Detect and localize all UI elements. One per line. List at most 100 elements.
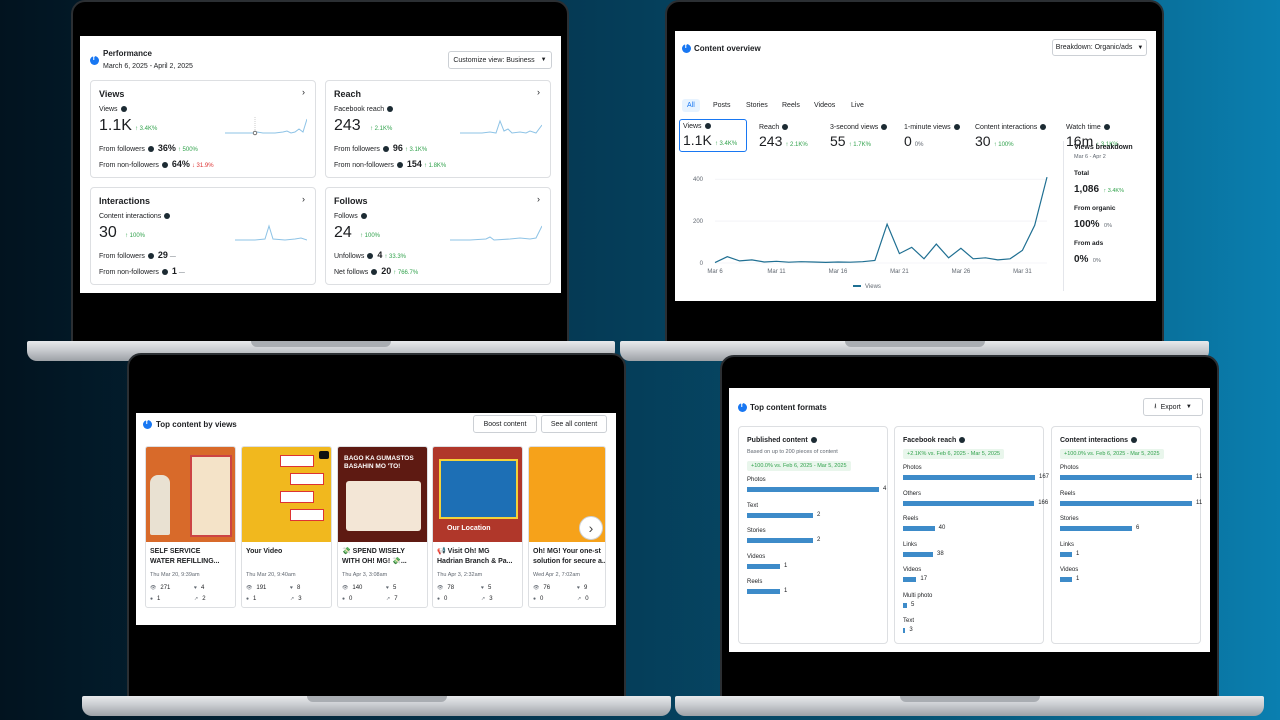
metric-3-second-views[interactable]: 3-second views 55 ↑ 1.7K% [830, 124, 888, 149]
metric-views[interactable]: Views 1.1K ↑ 3.4K% [679, 119, 747, 152]
tab-videos[interactable]: Videos [809, 99, 840, 112]
metric-delta: ↑ 3.4K% [714, 141, 738, 147]
format-label: Videos [1060, 567, 1079, 573]
follows-card[interactable]: Follows › Follows 24 ↑ 100% Unfollows 4 ↑… [325, 187, 551, 285]
format-bar [903, 577, 917, 582]
interactions-card[interactable]: Interactions › Content interactions 30 ↑… [90, 187, 316, 285]
format-bar [903, 551, 934, 557]
facebook-icon [143, 419, 152, 429]
post-card[interactable]: BAGO KA GUMASTOS BASAHIN MO 'TO! 💸 SPEND … [337, 446, 428, 608]
post-shares: ↗ 0 [577, 596, 589, 602]
metric-delta: ↑ 100% [993, 142, 1014, 148]
metric-delta: 0% [914, 142, 924, 148]
views-row-followers: From followers 36% ↑ 500% [99, 143, 198, 153]
follows-row-net: Net follows 20 ↑ 766.7% [334, 266, 419, 276]
thumb-body [346, 481, 421, 531]
follows-delta: ↑ 100% [360, 233, 381, 239]
x-tick-label: Mar 26 [952, 269, 971, 275]
chevron-right-icon[interactable]: › [537, 194, 540, 204]
metric-reach[interactable]: Reach 243 ↑ 2.1K% [759, 124, 808, 149]
post-thumbnail[interactable]: BAGO KA GUMASTOS BASAHIN MO 'TO! [338, 447, 427, 542]
reach-value: 243 [334, 117, 361, 134]
info-icon [120, 106, 127, 113]
carousel-next-button[interactable]: › [579, 516, 603, 540]
chevron-right-icon[interactable]: › [302, 87, 305, 97]
metric-value: 1.1K ↑ 3.4K% [683, 132, 743, 148]
export-dropdown[interactable]: ⭳ Export ▼ [1143, 398, 1203, 416]
shares-icon: ↗ [386, 596, 391, 602]
post-thumbnail[interactable] [146, 447, 235, 542]
post-card[interactable]: Our Location 📢 Visit Oh! MG Hadrian Branc… [432, 446, 523, 608]
thumb-location-label: Our Location [447, 525, 491, 532]
performance-date-range: March 6, 2025 - April 2, 2025 [103, 63, 193, 70]
caret-down-icon: ▼ [1185, 404, 1192, 410]
reach-card-title: Reach [334, 89, 362, 99]
post-card[interactable]: SELF SERVICE WATER REFILLING... Thu Mar 2… [145, 446, 236, 608]
metric-label: Watch time [1066, 124, 1119, 131]
customize-view-dropdown[interactable]: Customize view: Business ▼ [448, 51, 552, 69]
metric-value-text: 55 [830, 133, 846, 149]
metric-1-minute-views[interactable]: 1-minute views 0 0% [904, 124, 960, 149]
views-sparkline [225, 117, 307, 136]
format-label: Videos [903, 567, 922, 573]
format-value: 167 [1039, 474, 1050, 480]
reach-card[interactable]: Reach › Facebook reach 243 ↑ 2.1K% From … [325, 80, 551, 178]
tab-all[interactable]: All [682, 99, 700, 112]
post-likes: ♥ 4 [194, 585, 204, 591]
top-content-title: Top content by views [156, 420, 237, 429]
post-views: 👁 191 [246, 585, 266, 591]
info-icon [810, 437, 817, 444]
breakdown-label: Breakdown: Organic/ads [1055, 44, 1133, 51]
post-date: Thu Mar 20, 9:39am [150, 572, 200, 578]
likes-count: 8 [296, 585, 301, 591]
chevron-right-icon[interactable]: › [302, 194, 305, 204]
tab-reels[interactable]: Reels [777, 99, 805, 112]
x-tick-label: Mar 6 [707, 269, 723, 275]
post-thumbnail[interactable] [242, 447, 331, 542]
post-views: 👁 76 [533, 585, 550, 591]
interactions-value: 30 [99, 224, 117, 241]
chevron-right-icon: › [588, 520, 594, 536]
views-count: 191 [256, 585, 267, 591]
tab-stories[interactable]: Stories [741, 99, 773, 112]
post-comments: ● 1 [246, 596, 256, 602]
views-card[interactable]: Views › Views 1.1K ↑ 3.4K% From follower… [90, 80, 316, 178]
format-value: 40 [938, 525, 946, 531]
boost-content-button[interactable]: Boost content [473, 415, 537, 433]
likes-icon: ♥ [481, 585, 484, 591]
format-value: 11 [1196, 474, 1203, 480]
info-icon [881, 124, 888, 131]
format-column-title: Facebook reach [903, 437, 966, 444]
x-tick-label: Mar 31 [1013, 269, 1032, 275]
info-icon [1131, 437, 1138, 444]
format-column-facebook-reach: Facebook reach +2.1K% vs. Feb 6, 2025 - M… [894, 426, 1049, 644]
chevron-right-icon[interactable]: › [537, 87, 540, 97]
interactions-sub-label: Content interactions [99, 213, 171, 220]
post-thumbnail[interactable]: Our Location [433, 447, 522, 542]
format-bar [903, 526, 935, 531]
tab-live[interactable]: Live [846, 99, 869, 112]
metric-label: Views [683, 123, 743, 130]
y-tick-label: 0 [700, 261, 704, 267]
thumb-storefront [439, 459, 518, 519]
overview-title: Content overview [694, 44, 761, 53]
tab-posts[interactable]: Posts [708, 99, 736, 112]
metric-content-interactions[interactable]: Content interactions 30 ↑ 100% [975, 124, 1047, 149]
shares-icon: ↗ [290, 596, 295, 602]
post-card[interactable]: Your Video Thu Mar 20, 9:40am 👁 191 ♥ 8 ● 1 ↗ 3 [241, 446, 332, 608]
views-count: 271 [160, 585, 171, 591]
breakdown-dropdown[interactable]: Breakdown: Organic/ads ▼ [1052, 39, 1147, 56]
breakdown-ads-label: From ads [1074, 240, 1104, 247]
comments-count: 0 [444, 596, 448, 602]
info-icon [387, 106, 394, 113]
export-label: Export [1160, 403, 1181, 411]
thumb-price-tag [290, 509, 324, 521]
see-all-content-button[interactable]: See all content [541, 415, 607, 433]
metric-delta: ↑ 2.1K% [785, 142, 808, 148]
format-value: 4 [883, 486, 887, 492]
reach-sub-label: Facebook reach [334, 106, 394, 113]
post-shares: ↗ 7 [386, 596, 398, 602]
format-bar [1060, 500, 1192, 506]
interactions-sparkline [235, 224, 307, 241]
facebook-icon [90, 55, 99, 65]
